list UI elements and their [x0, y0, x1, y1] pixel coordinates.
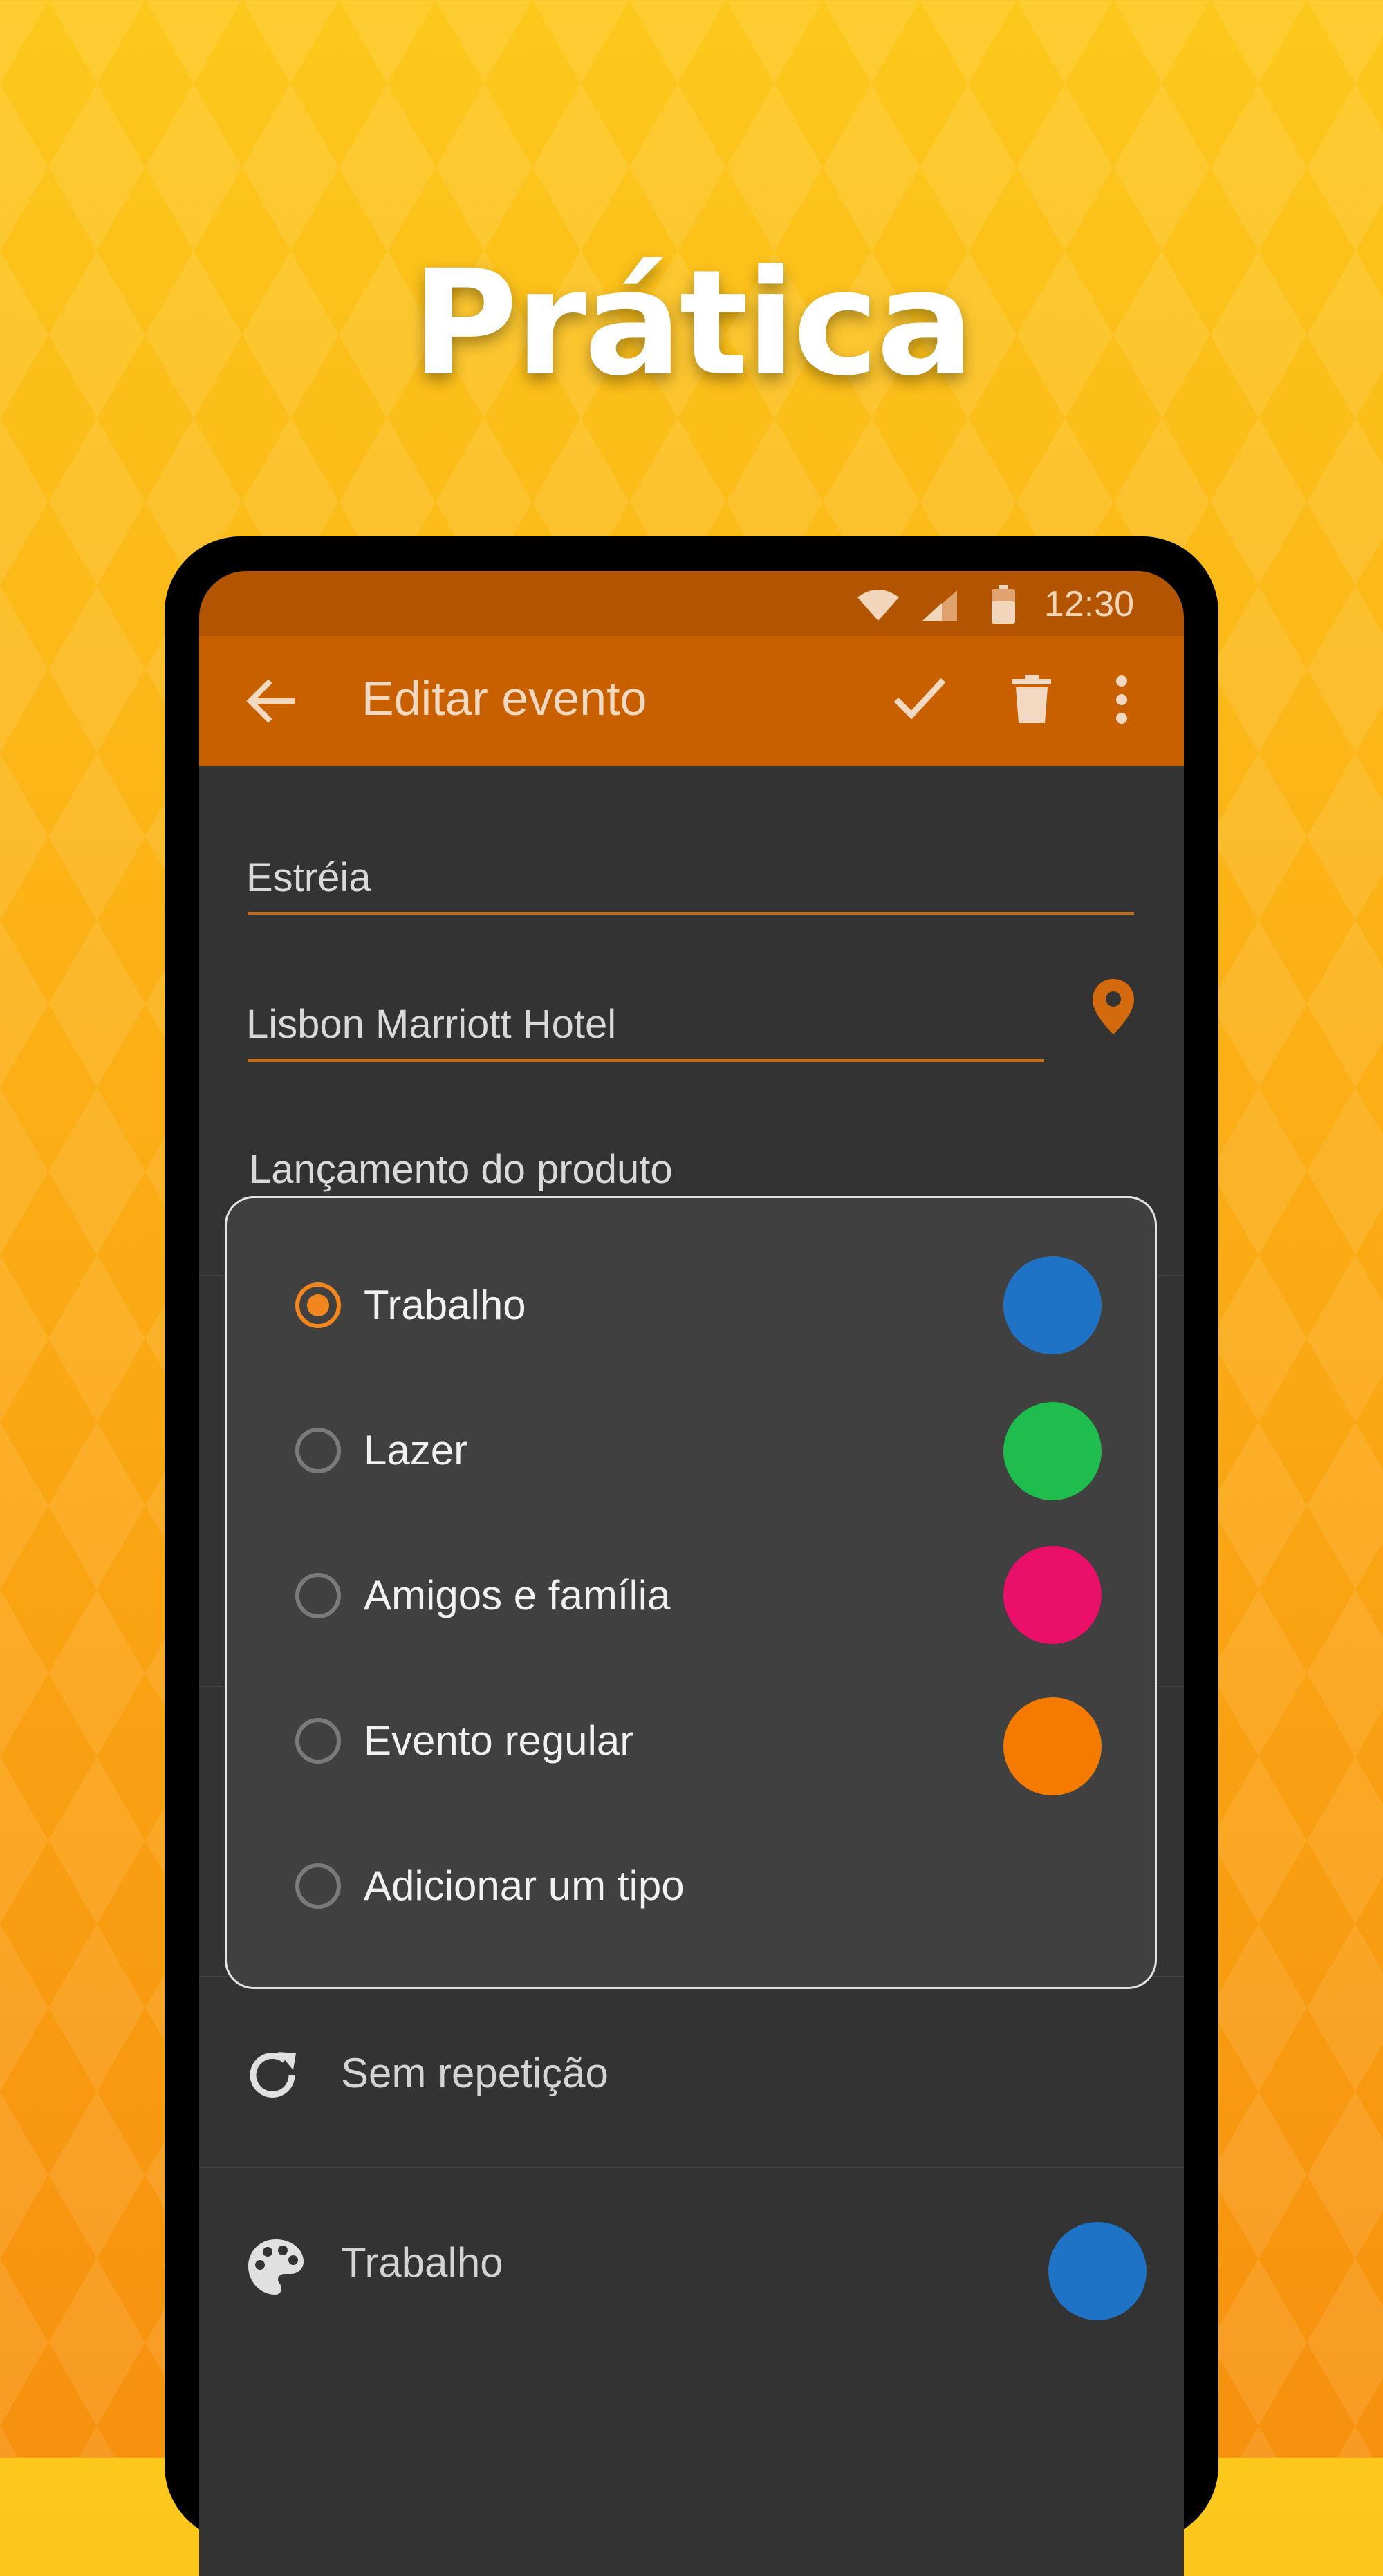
repeat-label[interactable]: Sem repetição [341, 2049, 609, 2097]
option-label: Lazer [364, 1427, 468, 1473]
back-arrow-icon[interactable] [245, 679, 295, 723]
event-type-option-regular[interactable]: Evento regular [227, 1679, 1155, 1803]
signal-icon [922, 590, 957, 621]
option-label: Evento regular [364, 1717, 634, 1764]
promo-headline: Prática [411, 239, 974, 408]
radio-button[interactable] [295, 1718, 341, 1764]
app-bar-title: Editar evento [362, 671, 647, 725]
event-location-input[interactable]: Lisbon Marriott Hotel [246, 1001, 616, 1047]
status-bar: 12:30 [199, 571, 1184, 636]
option-color-swatch [1003, 1546, 1102, 1644]
radio-button[interactable] [295, 1428, 341, 1473]
event-type-option-lazer[interactable]: Lazer [227, 1388, 1155, 1513]
event-title-underline [248, 912, 1134, 915]
more-vert-icon[interactable] [1113, 675, 1130, 725]
battery-icon [992, 585, 1015, 624]
option-color-swatch [1003, 1402, 1102, 1500]
event-type-dialog: Trabalho Lazer Amigos e família Evento r… [225, 1196, 1157, 1989]
event-type-option-trabalho[interactable]: Trabalho [227, 1243, 1155, 1368]
event-type-color-swatch[interactable] [1048, 2222, 1147, 2320]
option-color-swatch [1003, 1256, 1102, 1354]
option-color-swatch [1003, 1697, 1102, 1795]
status-time: 12:30 [1043, 584, 1134, 624]
event-type-option-amigos[interactable]: Amigos e família [227, 1533, 1155, 1658]
repeat-icon [250, 2052, 296, 2098]
event-type-option-add[interactable]: Adicionar um tipo [227, 1824, 1155, 1948]
wifi-icon [857, 590, 899, 621]
event-description-input[interactable]: Lançamento do produto [249, 1146, 673, 1193]
divider [199, 2167, 1184, 2168]
option-label: Adicionar um tipo [364, 1863, 685, 1909]
radio-button[interactable] [295, 1863, 341, 1909]
event-location-underline [248, 1059, 1044, 1062]
event-type-label[interactable]: Trabalho [341, 2239, 503, 2286]
trash-icon[interactable] [1012, 675, 1051, 723]
radio-button[interactable] [295, 1573, 341, 1618]
palette-icon [248, 2239, 304, 2295]
option-label: Amigos e família [364, 1572, 671, 1618]
app-bar: Editar evento [199, 636, 1184, 766]
option-label: Trabalho [364, 1282, 526, 1328]
location-pin-icon[interactable] [1091, 978, 1135, 1036]
radio-button-selected[interactable] [295, 1282, 341, 1328]
check-icon[interactable] [893, 676, 946, 720]
event-title-input[interactable]: Estréia [246, 855, 371, 901]
